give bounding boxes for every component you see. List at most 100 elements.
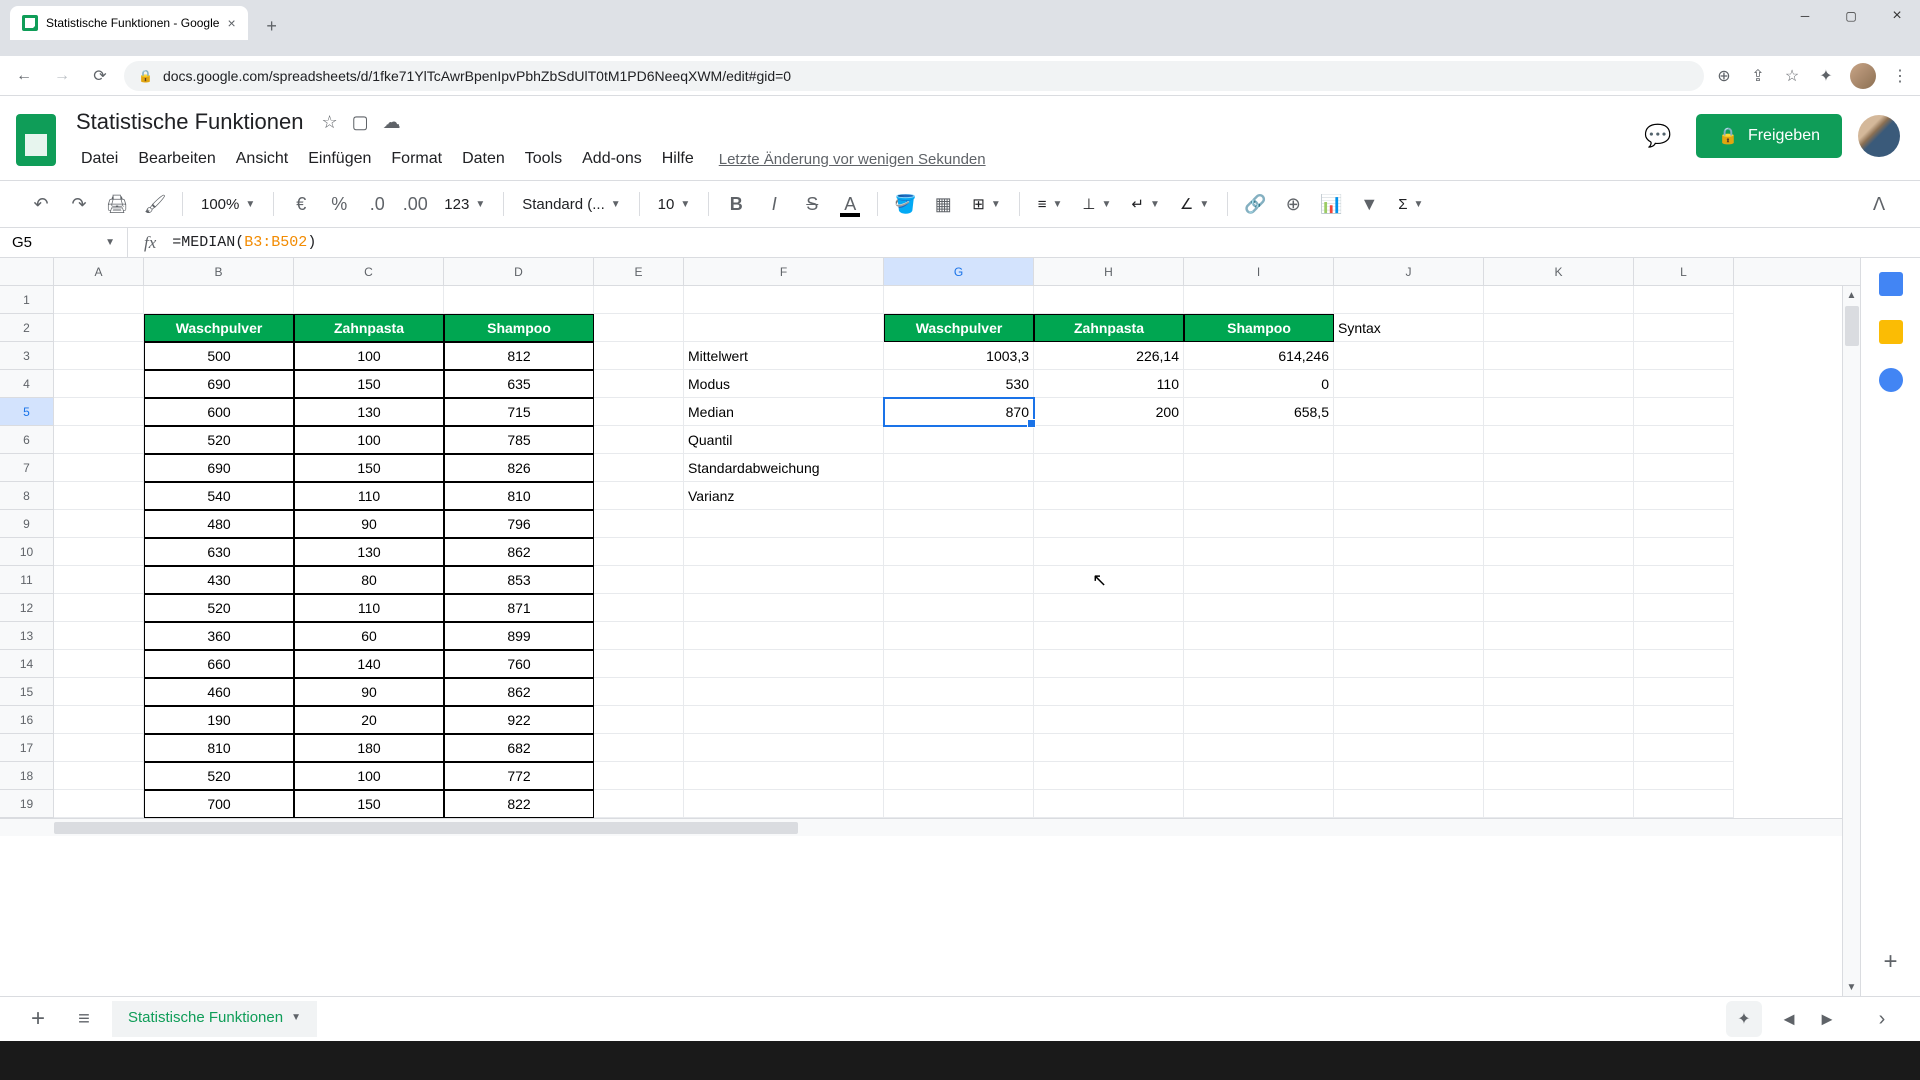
cell-I19[interactable] xyxy=(1184,790,1334,818)
cell-L10[interactable] xyxy=(1634,538,1734,566)
scroll-up-icon[interactable]: ▲ xyxy=(1843,286,1860,304)
account-avatar[interactable] xyxy=(1858,115,1900,157)
row-header-8[interactable]: 8 xyxy=(0,482,53,510)
scroll-down-icon[interactable]: ▼ xyxy=(1843,978,1860,996)
zoom-select[interactable]: 100%▼ xyxy=(193,189,263,219)
cell-C8[interactable]: 110 xyxy=(294,482,444,510)
tasks-icon[interactable] xyxy=(1879,368,1903,392)
cell-E2[interactable] xyxy=(594,314,684,342)
cell-F14[interactable] xyxy=(684,650,884,678)
cell-I18[interactable] xyxy=(1184,762,1334,790)
row-header-19[interactable]: 19 xyxy=(0,790,53,818)
url-field[interactable]: 🔒 docs.google.com/spreadsheets/d/1fke71Y… xyxy=(124,61,1704,91)
cell-G17[interactable] xyxy=(884,734,1034,762)
cell-L6[interactable] xyxy=(1634,426,1734,454)
cell-L3[interactable] xyxy=(1634,342,1734,370)
cell-H9[interactable] xyxy=(1034,510,1184,538)
cell-L15[interactable] xyxy=(1634,678,1734,706)
cell-I2[interactable]: Shampoo xyxy=(1184,314,1334,342)
scroll-thumb-h[interactable] xyxy=(54,822,798,834)
cell-C16[interactable]: 20 xyxy=(294,706,444,734)
cell-J4[interactable] xyxy=(1334,370,1484,398)
cell-D2[interactable]: Shampoo xyxy=(444,314,594,342)
reload-button[interactable]: ⟳ xyxy=(86,62,114,90)
cell-K17[interactable] xyxy=(1484,734,1634,762)
cell-C13[interactable]: 60 xyxy=(294,622,444,650)
cell-D7[interactable]: 826 xyxy=(444,454,594,482)
row-header-3[interactable]: 3 xyxy=(0,342,53,370)
cell-C10[interactable]: 130 xyxy=(294,538,444,566)
sheet-tab-active[interactable]: Statistische Funktionen▼ xyxy=(112,1001,317,1037)
cell-A7[interactable] xyxy=(54,454,144,482)
column-header-B[interactable]: B xyxy=(144,258,294,285)
cell-B2[interactable]: Waschpulver xyxy=(144,314,294,342)
cell-B9[interactable]: 480 xyxy=(144,510,294,538)
back-button[interactable]: ← xyxy=(10,62,38,90)
column-header-E[interactable]: E xyxy=(594,258,684,285)
cell-H16[interactable] xyxy=(1034,706,1184,734)
cell-D13[interactable]: 899 xyxy=(444,622,594,650)
cell-C9[interactable]: 90 xyxy=(294,510,444,538)
cell-F8[interactable]: Varianz xyxy=(684,482,884,510)
extensions-icon[interactable]: ✦ xyxy=(1816,66,1836,86)
cell-B13[interactable]: 360 xyxy=(144,622,294,650)
cell-B18[interactable]: 520 xyxy=(144,762,294,790)
cell-F1[interactable] xyxy=(684,286,884,314)
cell-B8[interactable]: 540 xyxy=(144,482,294,510)
cell-E8[interactable] xyxy=(594,482,684,510)
row-header-14[interactable]: 14 xyxy=(0,650,53,678)
cell-I15[interactable] xyxy=(1184,678,1334,706)
cell-E10[interactable] xyxy=(594,538,684,566)
cell-C17[interactable]: 180 xyxy=(294,734,444,762)
cell-J6[interactable] xyxy=(1334,426,1484,454)
cell-F17[interactable] xyxy=(684,734,884,762)
cell-I7[interactable] xyxy=(1184,454,1334,482)
share-page-icon[interactable]: ⇪ xyxy=(1748,66,1768,86)
maximize-button[interactable]: ▢ xyxy=(1828,0,1874,32)
expand-side-panel-icon[interactable]: › xyxy=(1864,1001,1900,1037)
cell-L13[interactable] xyxy=(1634,622,1734,650)
cell-G5[interactable]: 870 xyxy=(884,398,1034,426)
cell-F9[interactable] xyxy=(684,510,884,538)
cell-D4[interactable]: 635 xyxy=(444,370,594,398)
cell-L2[interactable] xyxy=(1634,314,1734,342)
cell-B7[interactable]: 690 xyxy=(144,454,294,482)
cell-F11[interactable] xyxy=(684,566,884,594)
new-tab-button[interactable]: + xyxy=(258,12,286,40)
cell-G14[interactable] xyxy=(884,650,1034,678)
sheet-nav-right-icon[interactable]: ► xyxy=(1810,1003,1844,1035)
cell-D16[interactable]: 922 xyxy=(444,706,594,734)
cell-I8[interactable] xyxy=(1184,482,1334,510)
cell-A1[interactable] xyxy=(54,286,144,314)
functions-button[interactable]: Σ▼ xyxy=(1390,189,1431,219)
cell-E4[interactable] xyxy=(594,370,684,398)
decrease-decimal-button[interactable]: .0 xyxy=(360,188,394,220)
cell-G19[interactable] xyxy=(884,790,1034,818)
cell-L11[interactable] xyxy=(1634,566,1734,594)
cell-C5[interactable]: 130 xyxy=(294,398,444,426)
cell-K15[interactable] xyxy=(1484,678,1634,706)
cell-K19[interactable] xyxy=(1484,790,1634,818)
cell-H11[interactable] xyxy=(1034,566,1184,594)
cell-B11[interactable]: 430 xyxy=(144,566,294,594)
menu-format[interactable]: Format xyxy=(382,147,451,171)
cell-J9[interactable] xyxy=(1334,510,1484,538)
cell-D14[interactable]: 760 xyxy=(444,650,594,678)
cell-C12[interactable]: 110 xyxy=(294,594,444,622)
cell-J13[interactable] xyxy=(1334,622,1484,650)
cell-C19[interactable]: 150 xyxy=(294,790,444,818)
cell-C7[interactable]: 150 xyxy=(294,454,444,482)
cell-E6[interactable] xyxy=(594,426,684,454)
keep-icon[interactable] xyxy=(1879,320,1903,344)
text-color-button[interactable]: A xyxy=(833,188,867,220)
cell-K13[interactable] xyxy=(1484,622,1634,650)
cell-B1[interactable] xyxy=(144,286,294,314)
zoom-icon[interactable]: ⊕ xyxy=(1714,66,1734,86)
percent-button[interactable]: % xyxy=(322,188,356,220)
cell-A15[interactable] xyxy=(54,678,144,706)
cloud-status-icon[interactable]: ☁ xyxy=(383,112,401,133)
cell-H1[interactable] xyxy=(1034,286,1184,314)
column-header-F[interactable]: F xyxy=(684,258,884,285)
name-box[interactable]: G5▼ xyxy=(0,228,128,257)
comments-button[interactable]: 💬 xyxy=(1636,114,1680,158)
